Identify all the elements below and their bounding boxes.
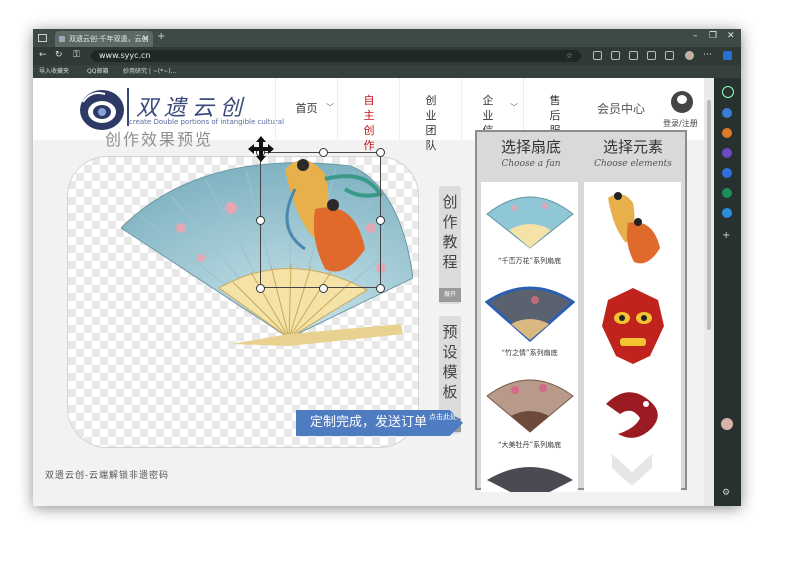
fan-thumbnail [486, 196, 574, 249]
browser-window: 双遗云创-千年双遗，云创新生 × + – ❐ ✕ ← ↻ ⚿ www.syyc.… [33, 29, 741, 506]
element-column-subtitle: Choose elements [594, 159, 672, 169]
bookmarks-bar: 导入收藏夹 QQ邮箱 妙用研究 | ~(*~)... [33, 65, 741, 78]
move-icon[interactable] [247, 135, 275, 163]
chevron-down-icon: ﹀ [326, 103, 334, 112]
nav-create[interactable]: 自主创作 [337, 78, 399, 152]
back-icon[interactable]: ← [39, 50, 47, 60]
send-order-hint[interactable]: 点击此处 [429, 412, 457, 422]
lock-icon: ⚿ [73, 50, 80, 60]
tab-close-icon[interactable]: × [142, 31, 149, 47]
chevron-down-icon[interactable] [610, 452, 654, 490]
nav-home[interactable]: 首页 ﹀ [275, 78, 337, 140]
template-tab-label: 预设模板 [442, 323, 458, 401]
fan-column-subtitle: Choose a fan [501, 159, 561, 169]
tools-icon[interactable] [722, 148, 732, 158]
element-item-dragon[interactable] [584, 374, 681, 492]
tutorial-tab[interactable]: 创作教程 展开 [439, 186, 461, 304]
favorite-star-icon[interactable]: ☆ [566, 50, 573, 62]
browser-menu-icon[interactable] [38, 34, 47, 42]
edge-sidebar: + ⚙ [714, 78, 741, 506]
fan-item-2[interactable]: “竹之情”系列扇底 [481, 274, 578, 367]
element-list [584, 182, 681, 492]
close-window-button[interactable]: ✕ [727, 31, 735, 41]
fan-item-3[interactable]: “大美牡丹”系列扇底 [481, 366, 578, 459]
nav-team[interactable]: 创业团队 [399, 78, 461, 152]
page-scrollbar[interactable] [704, 78, 714, 506]
resize-handle-top-right[interactable] [376, 148, 385, 157]
games-icon[interactable] [722, 168, 732, 178]
favicon-icon [59, 36, 65, 42]
office-icon[interactable] [722, 188, 732, 198]
fan-thumbnail [487, 467, 573, 492]
history-icon[interactable] [665, 51, 674, 60]
refresh-icon[interactable]: ↻ [55, 50, 63, 60]
resize-handle-left[interactable] [256, 216, 265, 225]
fan-item-4[interactable] [481, 458, 578, 492]
member-center-link[interactable]: 会员中心 [597, 100, 645, 117]
resize-handle-bottom-right[interactable] [376, 284, 385, 293]
fan-caption: “大美牡丹”系列扇底 [497, 441, 562, 449]
logo-subtitle: create Double portions of intangible cul… [129, 118, 285, 126]
element-column-title: 选择元素 [602, 138, 663, 156]
favorites-icon[interactable] [629, 51, 638, 60]
search-icon[interactable] [722, 86, 734, 98]
resize-handle-bottom[interactable] [319, 284, 328, 293]
fan-caption: “竹之情”系列扇底 [501, 349, 558, 357]
user-avatar-icon[interactable] [671, 91, 693, 113]
fan-list: “千峦万花”系列扇底 “竹之情”系列扇底 “大美牡丹”系列扇底 [481, 182, 578, 492]
footer-slogan: 双遗云创-云端解锁非遗密码 [45, 471, 170, 481]
login-link[interactable]: 登录/注册 [663, 118, 698, 129]
nav-team-label: 创业团队 [425, 94, 437, 152]
selection-panel: 选择扇底 Choose a fan 选择元素 Choose elements “… [475, 130, 687, 492]
send-order-label: 定制完成，发送订单 [310, 415, 428, 430]
bookmark-research[interactable]: 妙用研究 | ~(*~)... [123, 66, 176, 75]
fan-column-header: 选择扇底 Choose a fan [481, 136, 581, 169]
scrollbar-thumb[interactable] [707, 100, 711, 330]
resize-handle-top[interactable] [319, 148, 328, 157]
bookmark-import[interactable]: 导入收藏夹 [39, 66, 69, 75]
add-sidebar-icon[interactable]: + [722, 230, 730, 241]
minimize-button[interactable]: – [693, 31, 698, 41]
fan-thumbnail [485, 286, 575, 343]
resize-handle-bottom-left[interactable] [256, 284, 265, 293]
web-page: 双遗云创 create Double portions of intangibl… [33, 78, 704, 506]
fan-item-1[interactable]: “千峦万花”系列扇底 [481, 182, 578, 275]
selection-box[interactable] [260, 152, 381, 288]
url-text: www.syyc.cn [99, 51, 151, 60]
element-item-apsaras[interactable] [584, 182, 681, 279]
chevron-down-icon: ﹀ [510, 103, 518, 112]
dragon-thumbnail [606, 392, 658, 438]
mask-thumbnail [602, 288, 664, 364]
extension-icon[interactable] [593, 51, 602, 60]
copilot-icon[interactable] [723, 51, 732, 60]
new-tab-button[interactable]: + [157, 31, 165, 42]
tutorial-expand[interactable]: 展开 [439, 288, 461, 302]
url-field[interactable]: www.syyc.cn ☆ [91, 50, 581, 62]
element-column-header: 选择元素 Choose elements [583, 136, 683, 169]
maximize-button[interactable]: ❐ [709, 31, 717, 41]
bookmark-qq-mail[interactable]: QQ邮箱 [87, 66, 108, 75]
tab-bar: 双遗云创-千年双遗，云创新生 × + – ❐ ✕ [33, 29, 741, 59]
sidebar-avatar[interactable] [721, 418, 733, 430]
outlook-icon[interactable] [722, 208, 732, 218]
fan-column-title: 选择扇底 [500, 138, 561, 156]
fan-thumbnail [486, 379, 574, 433]
fan-caption: “千峦万花”系列扇底 [497, 257, 562, 265]
element-item-mask[interactable] [584, 278, 681, 375]
sidebar-settings-icon[interactable]: ⚙ [722, 488, 730, 498]
apsaras-thumbnail [608, 192, 660, 264]
more-menu-icon[interactable]: ⋯ [703, 50, 712, 60]
nav-create-label: 自主创作 [363, 94, 375, 152]
browser-tab[interactable]: 双遗云创-千年双遗，云创新生 × [55, 31, 153, 59]
canvas-title: 创作效果预览 [105, 130, 214, 149]
collections-icon[interactable] [647, 51, 656, 60]
profile-avatar[interactable] [685, 51, 694, 60]
bing-icon[interactable] [722, 108, 732, 118]
shopping-icon[interactable] [722, 128, 732, 138]
address-bar-row: ← ↻ ⚿ www.syyc.cn ☆ ⋯ [33, 47, 741, 65]
resize-handle-right[interactable] [376, 216, 385, 225]
tutorial-tab-label: 创作教程 [442, 193, 458, 271]
split-screen-icon[interactable] [611, 51, 620, 60]
